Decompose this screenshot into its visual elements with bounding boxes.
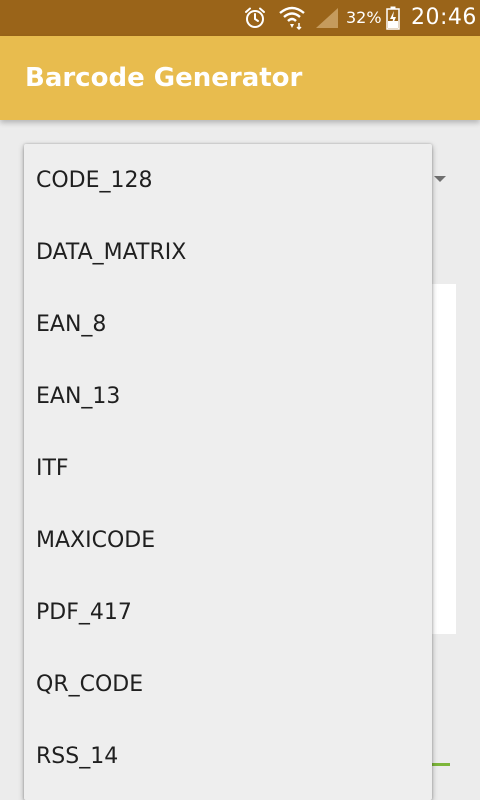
- dropdown-item-code-128[interactable]: CODE_128: [24, 144, 432, 216]
- dropdown-item-label: MAXICODE: [36, 527, 156, 553]
- text-field-underline: [430, 763, 450, 766]
- wifi-icon: [276, 0, 308, 36]
- app-bar: Barcode Generator: [0, 36, 480, 120]
- dropdown-item-label: PDF_417: [36, 599, 132, 625]
- battery-percent: 32%: [346, 8, 382, 27]
- screen: 32% 20:46 Barcode Generator CODE_128 DAT…: [0, 0, 480, 800]
- dropdown-item-label: CODE_128: [36, 167, 153, 193]
- dropdown-item-label: RSS_14: [36, 743, 119, 769]
- dropdown-item-pdf-417[interactable]: PDF_417: [24, 576, 432, 648]
- dropdown-item-label: EAN_8: [36, 311, 107, 337]
- dropdown-item-rss-14[interactable]: RSS_14: [24, 720, 432, 792]
- spinner-dropdown-arrow-icon[interactable]: [434, 176, 446, 182]
- app-title: Barcode Generator: [25, 63, 303, 93]
- dropdown-item-itf[interactable]: ITF: [24, 432, 432, 504]
- dropdown-item-ean-8[interactable]: EAN_8: [24, 288, 432, 360]
- dropdown-item-qr-code[interactable]: QR_CODE: [24, 648, 432, 720]
- barcode-preview-panel: [430, 284, 456, 634]
- dropdown-item-data-matrix[interactable]: DATA_MATRIX: [24, 216, 432, 288]
- dropdown-item-maxicode[interactable]: MAXICODE: [24, 504, 432, 576]
- signal-icon: [312, 0, 342, 36]
- barcode-format-dropdown: CODE_128 DATA_MATRIX EAN_8 EAN_13 ITF MA…: [24, 144, 432, 800]
- status-bar: 32% 20:46: [0, 0, 480, 36]
- dropdown-item-label: EAN_13: [36, 383, 121, 409]
- clock: 20:46: [411, 5, 477, 30]
- battery-charging-icon: [383, 0, 403, 36]
- alarm-icon: [240, 0, 270, 36]
- dropdown-item-label: DATA_MATRIX: [36, 239, 187, 265]
- dropdown-item-label: ITF: [36, 455, 69, 481]
- dropdown-item-ean-13[interactable]: EAN_13: [24, 360, 432, 432]
- dropdown-item-label: QR_CODE: [36, 671, 144, 697]
